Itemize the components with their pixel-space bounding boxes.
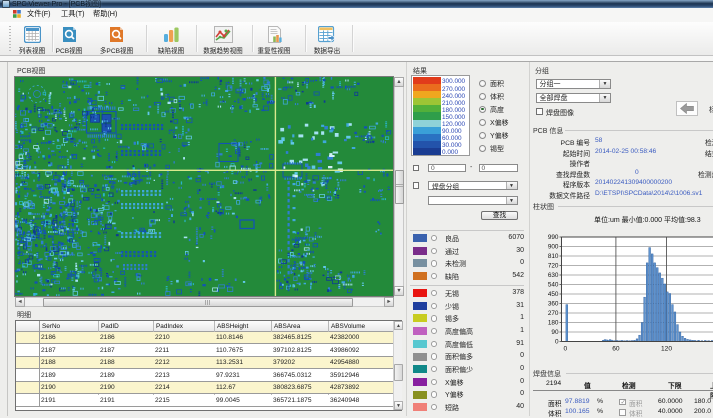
- svg-text:990: 990: [548, 234, 559, 241]
- svg-text:0: 0: [555, 339, 559, 346]
- svg-text:90: 90: [551, 329, 559, 336]
- svg-text:810: 810: [548, 253, 559, 260]
- svg-text:0: 0: [563, 346, 567, 353]
- svg-text:270: 270: [548, 310, 559, 317]
- svg-text:720: 720: [548, 263, 559, 270]
- svg-text:900: 900: [548, 244, 559, 251]
- svg-text:630: 630: [548, 272, 559, 279]
- svg-text:120: 120: [661, 346, 672, 353]
- svg-text:60: 60: [612, 346, 620, 353]
- svg-text:180: 180: [548, 320, 559, 327]
- svg-text:450: 450: [548, 291, 559, 298]
- svg-text:540: 540: [548, 282, 559, 289]
- svg-text:360: 360: [548, 301, 559, 308]
